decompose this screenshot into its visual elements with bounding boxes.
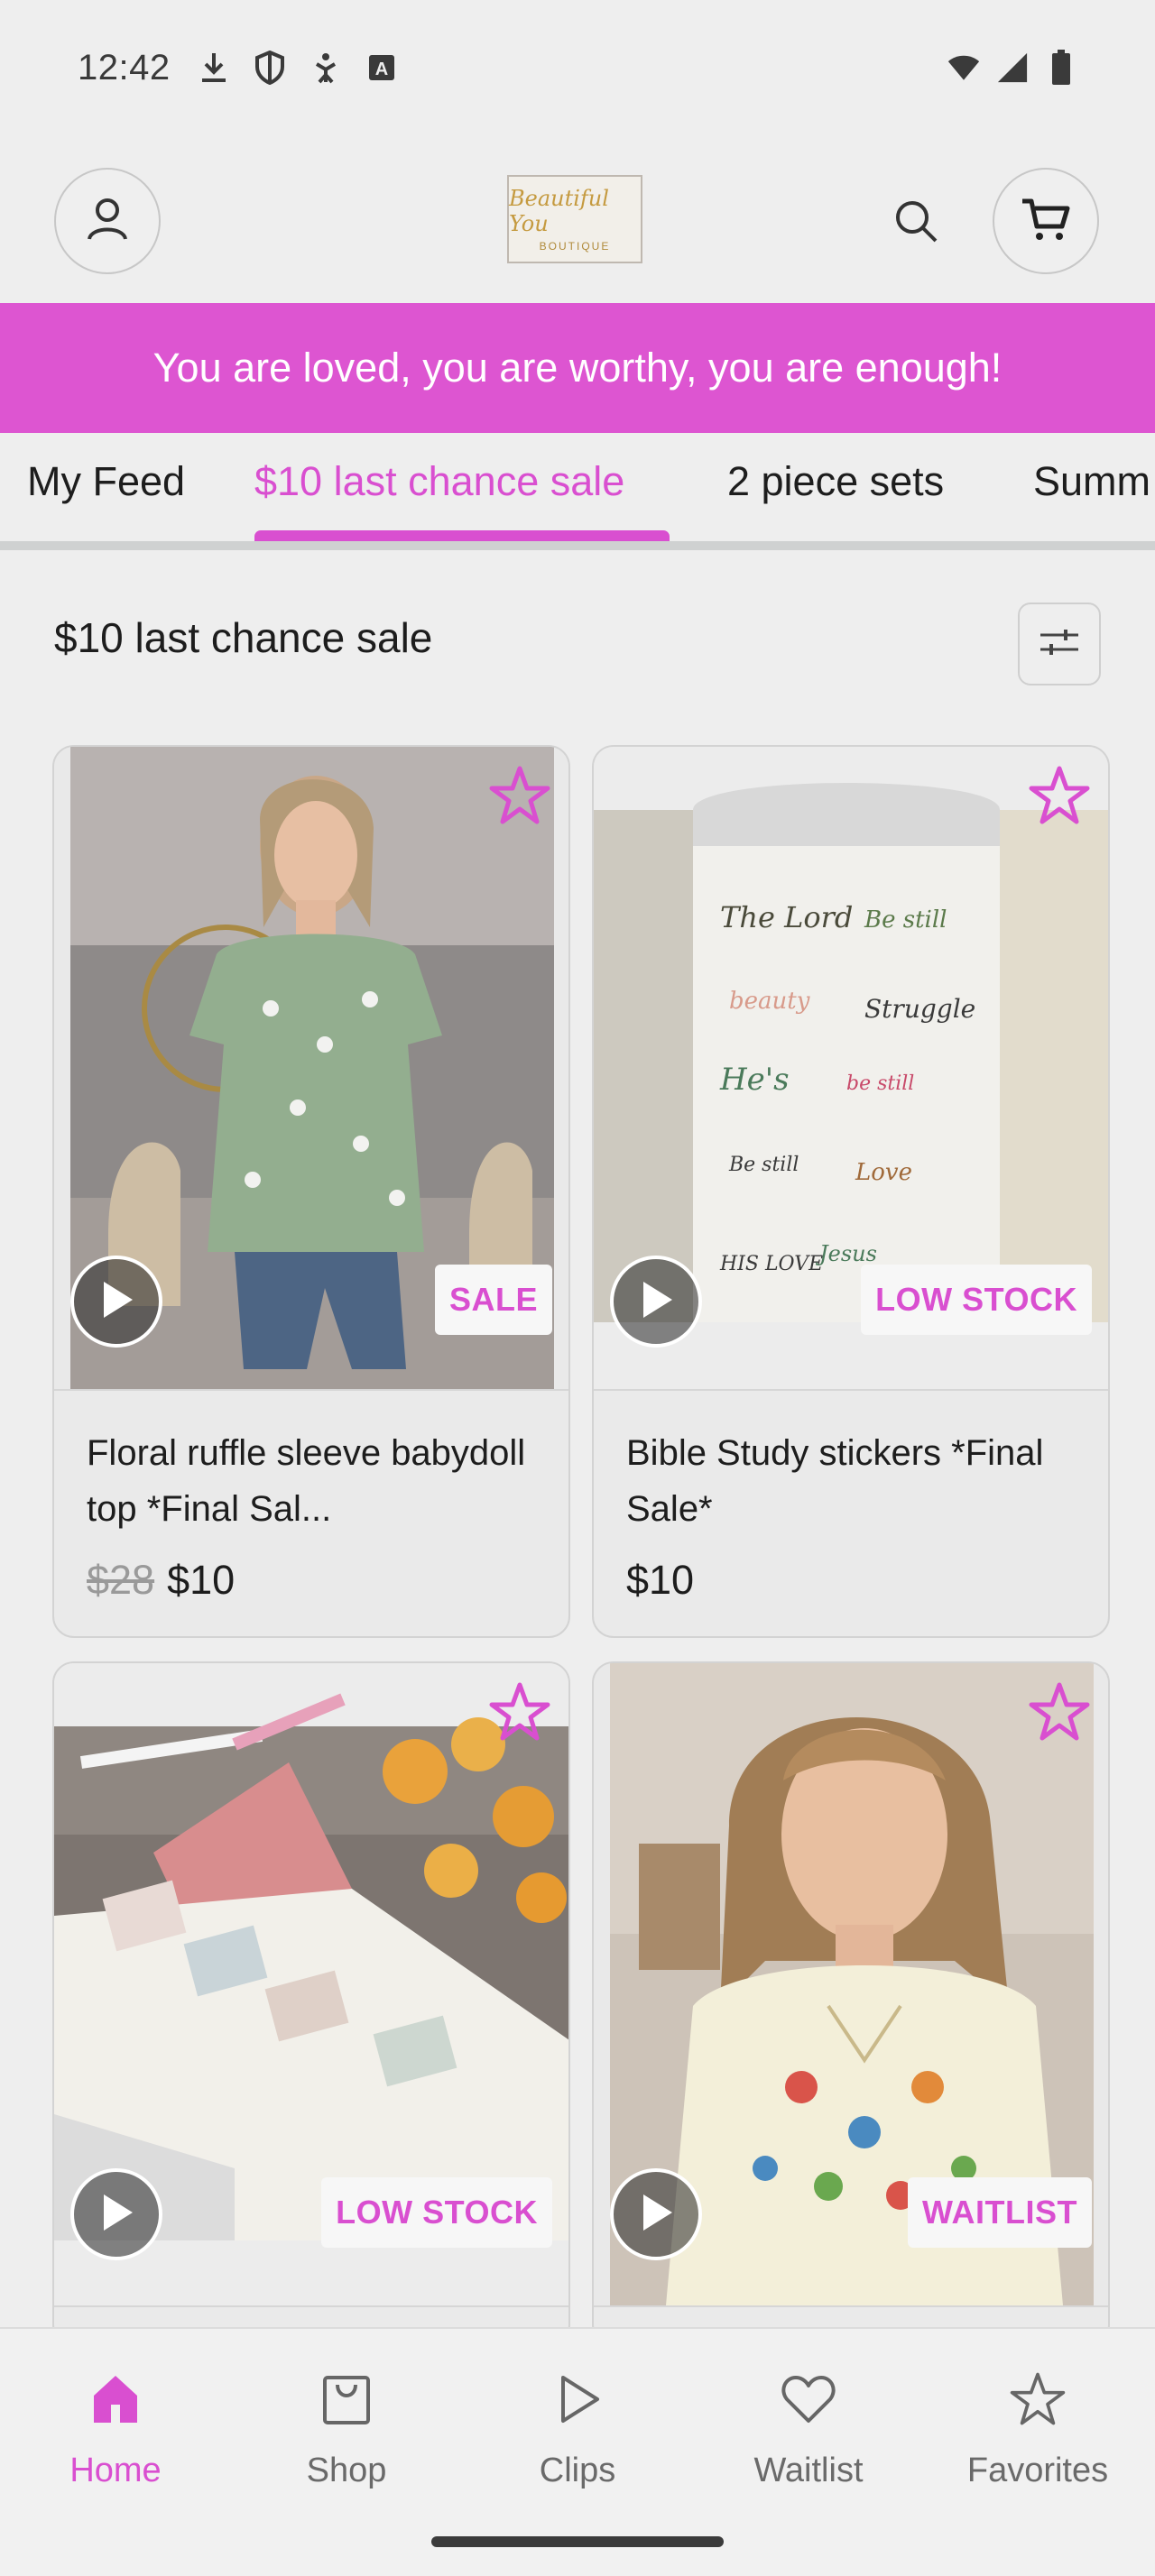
promo-banner: You are loved, you are worthy, you are e… [0, 303, 1155, 433]
favorite-star-icon[interactable] [487, 763, 552, 828]
profile-icon [82, 194, 133, 249]
nav-waitlist[interactable]: Waitlist [709, 2363, 908, 2490]
star-icon [1002, 2363, 1074, 2435]
nav-favorites[interactable]: Favorites [938, 2363, 1137, 2490]
product-badge: LOW STOCK [861, 1265, 1092, 1335]
play-video-button[interactable] [70, 2168, 162, 2260]
play-icon [98, 1280, 134, 1324]
logo-text: Beautiful You [509, 186, 609, 236]
nav-home[interactable]: Home [16, 2363, 215, 2490]
cart-button[interactable] [993, 168, 1099, 274]
signal-icon [996, 51, 1029, 84]
battery-icon [1045, 50, 1077, 85]
brand-logo[interactable]: Beautiful You BOUTIQUE [507, 175, 642, 263]
nav-label: Waitlist [753, 2452, 864, 2489]
product-price: $10 [626, 1557, 695, 1603]
heart-icon [772, 2363, 845, 2435]
svg-text:Jesus: Jesus [815, 1241, 877, 1266]
product-image[interactable]: WAITLIST [594, 1663, 1108, 2305]
product-original-price: $28 [87, 1557, 155, 1603]
status-system-icons [947, 50, 1077, 85]
filter-sliders-icon [1037, 624, 1082, 665]
tab-summer[interactable]: Summ [1033, 458, 1150, 505]
active-tab-indicator [254, 530, 670, 541]
wifi-icon [947, 51, 980, 84]
favorite-star-icon[interactable] [1027, 1679, 1092, 1744]
svg-text:Be still: Be still [864, 906, 947, 934]
product-badge: LOW STOCK [321, 2177, 552, 2248]
svg-text:A: A [374, 60, 387, 79]
shield-icon [254, 51, 286, 85]
nav-label: Favorites [966, 2452, 1109, 2489]
svg-text:Struggle: Struggle [864, 994, 975, 1024]
tab-my-feed[interactable]: My Feed [27, 458, 185, 505]
search-icon [891, 196, 941, 251]
product-title[interactable]: Bible Study stickers *Final Sale* [626, 1425, 1077, 1537]
nav-label: Home [69, 2452, 162, 2489]
product-card[interactable]: WAITLIST [592, 1661, 1110, 2347]
product-price-row: $10 [626, 1557, 694, 1604]
home-icon [79, 2363, 152, 2435]
category-tabs: My Feed $10 last chance sale 2 piece set… [0, 433, 1155, 550]
product-image[interactable]: SALE [54, 747, 568, 1389]
svg-text:HIS LOVE: HIS LOVE [719, 1253, 823, 1275]
app-header: Beautiful You BOUTIQUE [0, 153, 1155, 289]
product-image[interactable]: The Lord Be still beauty Struggle He's b… [594, 747, 1108, 1389]
tab-10-last-chance-sale[interactable]: $10 last chance sale [254, 458, 624, 505]
play-icon [638, 1280, 674, 1324]
svg-text:He's: He's [719, 1062, 790, 1098]
promo-banner-text: You are loved, you are worthy, you are e… [152, 345, 1003, 391]
nav-shop[interactable]: Shop [247, 2363, 446, 2490]
play-icon [638, 2193, 674, 2237]
nav-clips[interactable]: Clips [478, 2363, 677, 2490]
svg-text:beauty: beauty [729, 988, 810, 1015]
card-divider [594, 1389, 1108, 1391]
play-video-button[interactable] [70, 1256, 162, 1348]
card-divider [54, 1389, 568, 1391]
product-card[interactable]: The Lord Be still beauty Struggle He's b… [592, 745, 1110, 1638]
play-video-button[interactable] [610, 1256, 702, 1348]
keyboard-a-icon: A [365, 51, 398, 84]
product-title[interactable]: Floral ruffle sleeve babydoll top *Final… [87, 1425, 538, 1537]
product-badge: SALE [434, 1265, 552, 1335]
favorite-star-icon[interactable] [487, 1679, 552, 1744]
svg-text:be still: be still [846, 1072, 914, 1095]
product-badge: WAITLIST [908, 2177, 1092, 2248]
search-button[interactable] [884, 191, 947, 254]
product-card[interactable]: LOW STOCK [52, 1661, 570, 2347]
tab-2-piece-sets[interactable]: 2 piece sets [727, 458, 944, 505]
product-price-row: $28 $10 [87, 1557, 235, 1604]
status-bar: 12:42 A [0, 0, 1155, 135]
product-price: $10 [167, 1557, 236, 1603]
download-icon [198, 51, 230, 84]
product-card[interactable]: SALE Floral ruffle sleeve babydoll top *… [52, 745, 570, 1638]
nav-label: Clips [539, 2452, 616, 2489]
card-divider [54, 2305, 568, 2307]
profile-button[interactable] [54, 168, 161, 274]
play-icon [541, 2363, 614, 2435]
cart-icon [1019, 194, 1073, 249]
card-divider [594, 2305, 1108, 2307]
favorite-star-icon[interactable] [1027, 763, 1092, 828]
svg-text:Love: Love [855, 1159, 912, 1186]
filter-button[interactable] [1018, 603, 1101, 685]
nav-label: Shop [306, 2452, 387, 2489]
home-gesture-bar[interactable] [431, 2536, 724, 2547]
shopping-bag-icon [310, 2363, 383, 2435]
product-image[interactable]: LOW STOCK [54, 1663, 568, 2305]
play-icon [98, 2193, 134, 2237]
section-title: $10 last chance sale [54, 614, 433, 661]
play-video-button[interactable] [610, 2168, 702, 2260]
status-notification-icons: A [198, 51, 398, 85]
logo-subtext: BOUTIQUE [539, 240, 611, 253]
status-time: 12:42 [78, 47, 171, 87]
svg-text:Be still: Be still [728, 1154, 799, 1176]
svg-text:The Lord: The Lord [720, 900, 853, 934]
accessibility-icon [310, 51, 342, 84]
